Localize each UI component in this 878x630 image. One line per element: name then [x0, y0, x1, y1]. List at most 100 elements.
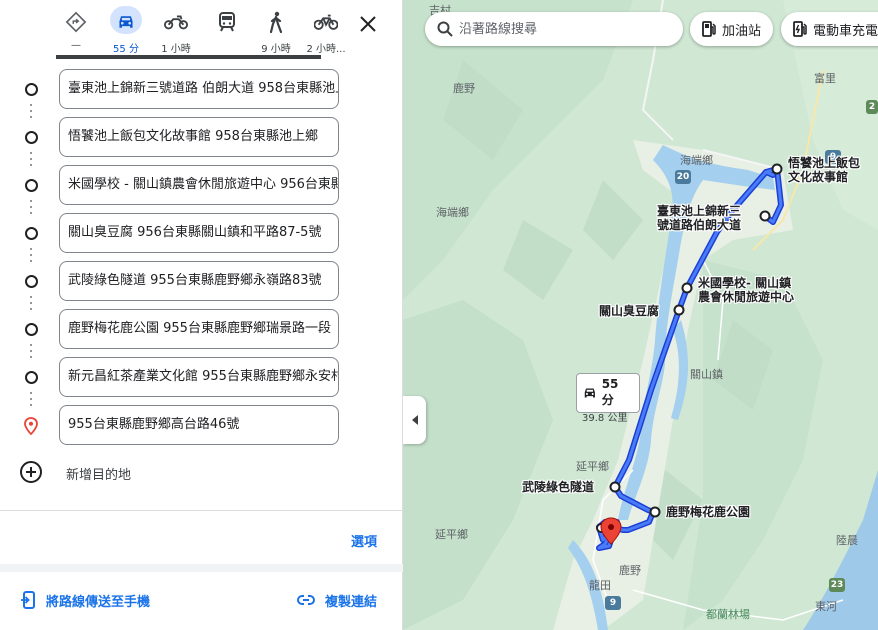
selected-mode-underline	[56, 55, 321, 59]
route-summary-callout[interactable]: 55 分 39.8 公里	[576, 373, 640, 424]
send-to-device-icon	[21, 591, 35, 609]
gas-station-icon	[702, 21, 716, 37]
waypoint-input[interactable]: 米國學校 - 關山鎮農會休閒旅遊中心 956台東縣	[59, 165, 339, 205]
map-label: 鹿野	[619, 564, 641, 577]
waypoint-circle-icon	[25, 83, 38, 96]
mode-motorcycle[interactable]: 1 小時	[148, 6, 204, 56]
mode-walking-label: 9 小時	[261, 44, 291, 55]
ev-charging-label: 電動車充電	[813, 23, 878, 39]
car-icon	[584, 388, 595, 397]
waypoint-input[interactable]: 臺東池上錦新三號道路 伯朗大道 958台東縣池上鄉	[59, 69, 339, 109]
motorcycle-icon	[160, 6, 192, 34]
waypoint-circle-icon	[25, 227, 38, 240]
map-label: 海端鄉	[436, 206, 469, 219]
waypoint-row: 鹿野梅花鹿公園 955台東縣鹿野鄉瑞景路一段	[0, 308, 403, 352]
map-waypoint-marker[interactable]	[771, 163, 783, 175]
mode-driving[interactable]: 55 分	[98, 6, 154, 56]
place-label-choudoufu[interactable]: 關山臭豆腐	[599, 304, 659, 318]
ev-charging-icon	[793, 21, 807, 37]
directions-panel: — 55 分 1 小時 9 小時 2 小時... 臺東池上錦新三號道路 伯朗大道…	[0, 0, 403, 630]
add-destination-label: 新增目的地	[66, 468, 132, 483]
waypoint-input[interactable]: 鹿野梅花鹿公園 955台東縣鹿野鄉瑞景路一段	[59, 309, 339, 349]
waypoint-circle-icon	[25, 131, 38, 144]
waypoint-row: 新元昌紅茶產業文化館 955台東縣鹿野鄉永安村	[0, 356, 403, 400]
section-divider	[0, 564, 403, 572]
close-directions-button[interactable]	[354, 10, 382, 38]
directions-diamond-icon	[60, 6, 92, 34]
mode-driving-label: 55 分	[113, 44, 139, 55]
mode-walking[interactable]: 9 小時	[248, 6, 304, 56]
place-label-wutao[interactable]: 悟饕池上飯包 文化故事館	[788, 156, 860, 184]
waypoint-row: 臺東池上錦新三號道路 伯朗大道 958台東縣池上鄉	[0, 68, 403, 112]
destination-pin-dot	[608, 524, 614, 530]
mode-transit[interactable]	[199, 6, 255, 56]
map-canvas[interactable]: 吉村 鹿野 富里 海端鄉 海端鄉 關山鎮 延平鄉 延平鄉 鹿野 龍田 都蘭林場 …	[403, 0, 878, 630]
map-label: 東河	[815, 600, 837, 613]
destination-pin-icon	[24, 417, 38, 435]
search-icon	[437, 21, 453, 37]
copy-link-button[interactable]: 複製連結	[297, 588, 377, 612]
waypoint-input[interactable]: 新元昌紅茶產業文化館 955台東縣鹿野鄉永安村	[59, 357, 339, 397]
gas-station-label: 加油站	[722, 23, 762, 39]
link-icon	[297, 595, 315, 605]
road-shield: 23	[829, 578, 845, 592]
route-duration: 55 分	[601, 377, 619, 407]
map-waypoint-marker[interactable]	[649, 506, 661, 518]
mode-best-label: —	[71, 40, 81, 51]
place-label-miguo[interactable]: 米國學校- 關山鎮 農會休閒旅遊中心	[698, 276, 794, 304]
waypoint-input[interactable]: 武陵綠色隧道 955台東縣鹿野鄉永嶺路83號	[59, 261, 339, 301]
waypoint-circle-icon	[25, 371, 38, 384]
send-to-phone-button[interactable]: 將路線傳送至手機	[20, 588, 150, 612]
ev-charging-chip[interactable]: 電動車充電	[781, 12, 878, 46]
divider	[0, 510, 403, 511]
mode-best[interactable]: —	[48, 6, 104, 56]
road-shield: 20	[675, 170, 691, 184]
map-label: 延平鄉	[576, 460, 609, 473]
road-shield: 2	[866, 100, 878, 114]
add-circle-icon	[20, 461, 42, 483]
map-waypoint-marker[interactable]	[609, 481, 621, 493]
search-along-route-input[interactable]	[459, 21, 679, 37]
destination-row: 955台東縣鹿野鄉高台路46號	[0, 404, 403, 448]
place-label-wuling[interactable]: 武陵綠色隧道	[522, 480, 594, 494]
options-button[interactable]: 選項	[351, 531, 377, 550]
car-icon	[110, 6, 142, 34]
travel-mode-bar: — 55 分 1 小時 9 小時 2 小時...	[0, 0, 403, 60]
gas-station-chip[interactable]: 加油站	[690, 12, 774, 46]
waypoint-circle-icon	[25, 323, 38, 336]
map-label: 延平鄉	[435, 528, 468, 541]
destination-pin-icon[interactable]	[600, 517, 622, 545]
walking-icon	[260, 6, 292, 34]
waypoint-row: 武陵綠色隧道 955台東縣鹿野鄉永嶺路83號	[0, 260, 403, 304]
train-icon	[211, 6, 243, 34]
bicycle-icon	[310, 6, 342, 34]
copy-link-label: 複製連結	[325, 594, 378, 610]
map-waypoint-marker[interactable]	[673, 304, 685, 316]
add-destination-button[interactable]: 新增目的地	[0, 455, 403, 491]
waypoint-row: 關山臭豆腐 956台東縣關山鎮和平路87-5號	[0, 212, 403, 256]
waypoint-row: 悟饕池上飯包文化故事館 958台東縣池上鄉	[0, 116, 403, 160]
waypoint-input[interactable]: 悟饕池上飯包文化故事館 958台東縣池上鄉	[59, 117, 339, 157]
map-label: 海端鄉	[680, 154, 713, 167]
mode-cycling[interactable]: 2 小時...	[298, 6, 354, 56]
destination-input[interactable]: 955台東縣鹿野鄉高台路46號	[59, 405, 339, 445]
route-distance: 39.8 公里	[582, 413, 628, 424]
collapse-panel-button[interactable]	[403, 396, 426, 444]
mode-cycling-label: 2 小時...	[306, 44, 346, 55]
road-shield: 9	[605, 596, 621, 610]
map-label: 富里	[814, 72, 836, 85]
close-icon	[360, 16, 376, 32]
map-label: 關山鎮	[690, 368, 723, 381]
map-waypoint-marker[interactable]	[759, 210, 771, 222]
search-along-route[interactable]	[425, 12, 683, 46]
map-label: 鹿野	[453, 82, 475, 95]
waypoint-input[interactable]: 關山臭豆腐 956台東縣關山鎮和平路87-5號	[59, 213, 339, 253]
send-to-phone-label: 將路線傳送至手機	[46, 594, 151, 610]
map-label: 都蘭林場	[706, 608, 750, 621]
place-label-meihua[interactable]: 鹿野梅花鹿公園	[666, 505, 750, 519]
map-label: 龍田	[589, 579, 611, 592]
mode-motorcycle-label: 1 小時	[161, 44, 191, 55]
place-label-bolang[interactable]: 臺東池上錦新三 號道路伯朗大道	[657, 204, 741, 232]
waypoint-circle-icon	[25, 275, 38, 288]
map-waypoint-marker[interactable]	[681, 282, 693, 294]
